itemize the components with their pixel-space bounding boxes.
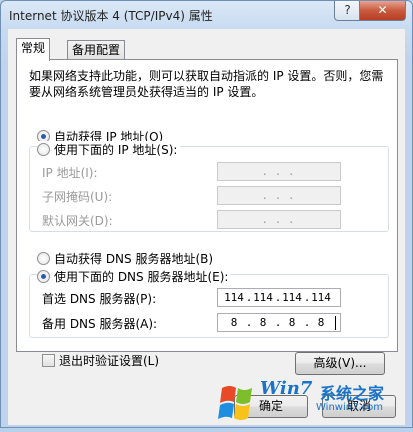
tab-general[interactable]: 常规 <box>16 38 51 61</box>
preferred-dns-label: 首选 DNS 服务器(P): <box>42 292 157 306</box>
manual-dns-label: 使用下面的 DNS 服务器地址(E): <box>54 270 229 284</box>
watermark-text: 系统之家 <box>320 384 385 403</box>
validate-on-exit-label: 退出时验证设置(L) <box>59 354 160 368</box>
description-text: 如果网络支持此功能，则可以获取自动指派的 IP 设置。否则，您需要从网络系统管理… <box>29 69 384 99</box>
tab-alternate-configuration[interactable]: 备用配置 <box>67 40 126 61</box>
alternate-dns-octet-1: 8 <box>230 316 238 329</box>
ip-address-field: . . . <box>217 162 341 181</box>
close-button[interactable]: ✕ <box>359 1 406 21</box>
radio-unselected-icon <box>37 143 50 156</box>
ip-address-label: IP 地址(I): <box>42 166 98 180</box>
checkbox-unchecked-icon <box>42 354 55 367</box>
radio-selected-icon <box>37 270 50 283</box>
alternate-dns-octet-2: 8 <box>259 316 267 329</box>
watermark-url: Winwin7.com <box>316 402 383 413</box>
subnet-mask-value: . . . <box>261 189 295 202</box>
auto-dns-radio[interactable]: 自动获得 DNS 服务器地址(B) <box>37 250 213 267</box>
window-title: Internet 协议版本 4 (TCP/IPv4) 属性 <box>9 9 213 23</box>
alternate-dns-octet-4: 8 <box>317 316 325 329</box>
preferred-dns-octet-1: 114 <box>224 291 244 304</box>
site-watermark: Win7 系统之家 Winwin7.com <box>216 366 413 428</box>
default-gateway-field: . . . <box>217 210 341 229</box>
preferred-dns-field[interactable]: 114 . 114 . 114 . 114 <box>217 288 341 307</box>
manual-ip-label: 使用下面的 IP 地址(S): <box>54 143 178 157</box>
subnet-mask-label: 子网掩码(U): <box>42 190 113 204</box>
validate-on-exit-checkbox[interactable]: 退出时验证设置(L) <box>42 352 159 369</box>
general-tab-panel: 如果网络支持此功能，则可以获取自动指派的 IP 设置。否则，您需要从网络系统管理… <box>16 59 398 352</box>
preferred-dns-octet-2: 114 <box>253 291 273 304</box>
ip-address-value: . . . <box>261 165 295 178</box>
text-cursor <box>335 316 336 330</box>
radio-unselected-icon <box>37 252 50 265</box>
alternate-dns-field[interactable]: 8 . 8 . 8 . 8 <box>217 313 341 332</box>
help-button[interactable]: ? <box>334 1 361 21</box>
alternate-dns-label: 备用 DNS 服务器(A): <box>42 317 158 331</box>
auto-dns-label: 自动获得 DNS 服务器地址(B) <box>54 252 214 266</box>
alternate-dns-octet-3: 8 <box>288 316 296 329</box>
preferred-dns-octet-4: 114 <box>311 291 331 304</box>
dialog-window: Internet 协议版本 4 (TCP/IPv4) 属性 ? ✕ 常规 备用配… <box>0 0 413 428</box>
default-gateway-value: . . . <box>261 213 295 226</box>
title-bar[interactable]: Internet 协议版本 4 (TCP/IPv4) 属性 ? ✕ <box>1 1 412 27</box>
preferred-dns-octet-3: 114 <box>282 291 302 304</box>
manual-ip-radio[interactable]: 使用下面的 IP 地址(S): <box>37 141 181 158</box>
watermark-logo-text: Win7 <box>260 378 313 399</box>
manual-dns-radio[interactable]: 使用下面的 DNS 服务器地址(E): <box>37 268 232 285</box>
subnet-mask-field: . . . <box>217 186 341 205</box>
default-gateway-label: 默认网关(D): <box>42 214 113 228</box>
